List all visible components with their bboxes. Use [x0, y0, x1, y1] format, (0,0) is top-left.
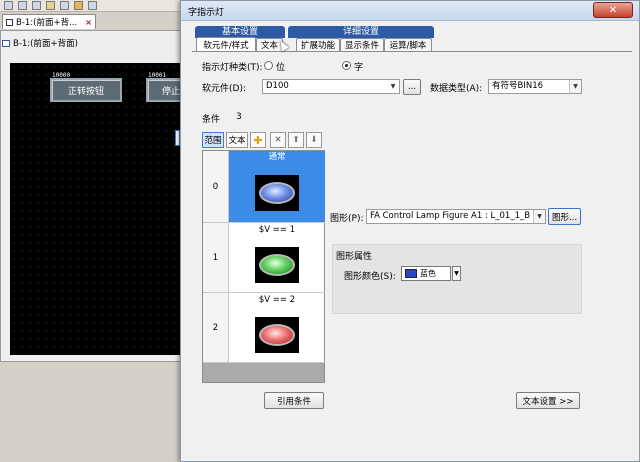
- condition-expression: $V == 1: [258, 225, 296, 235]
- figure-value: FA Control Lamp Figure A1 : L_01_1_B: [370, 211, 531, 221]
- data-type-select[interactable]: 有符号BIN16 ▼: [488, 79, 582, 94]
- screen-title: B-1:(前面+背面): [2, 37, 78, 49]
- data-type-label: 数据类型(A):: [430, 84, 483, 94]
- list-item[interactable]: [229, 307, 325, 363]
- screen-icon: [2, 39, 10, 47]
- chevron-down-icon[interactable]: ▼: [452, 266, 461, 281]
- lamp-red: [259, 323, 295, 346]
- text-settings-button[interactable]: 文本设置 >>: [516, 392, 580, 409]
- data-type-value: 有符号BIN16: [492, 81, 544, 91]
- dialog-title: 字指示灯: [188, 8, 225, 18]
- toolbar-icon-2[interactable]: [18, 1, 27, 10]
- tab-baseline: [192, 51, 632, 52]
- toolbar-icon-4[interactable]: [46, 1, 55, 10]
- screen-icon: [6, 18, 13, 26]
- word-radio[interactable]: [342, 61, 351, 70]
- bit-radio[interactable]: [264, 61, 273, 70]
- move-up-icon[interactable]: ⬆: [288, 132, 304, 148]
- editor-tab[interactable]: B-1:(前面+背... ×: [2, 14, 96, 29]
- toolbar-icon-5[interactable]: [60, 1, 69, 10]
- bit-radio-label: 位: [276, 63, 286, 73]
- word-radio-label: 字: [354, 63, 364, 73]
- tab-extended[interactable]: 扩展功能: [296, 38, 340, 51]
- stop-button[interactable]: 停止: [146, 78, 184, 102]
- condition-expression: $V == 2: [258, 295, 296, 305]
- figure-attributes-title: 图形属性: [336, 252, 373, 262]
- lamp-blue: [259, 182, 295, 204]
- figure-select[interactable]: FA Control Lamp Figure A1 : L_01_1_B ▼: [366, 209, 546, 224]
- delete-icon[interactable]: ✕: [270, 132, 286, 148]
- lamp-preview: [255, 175, 299, 211]
- add-icon[interactable]: ✚: [250, 132, 266, 148]
- list-item[interactable]: [229, 164, 325, 223]
- figure-button[interactable]: 图形...: [548, 208, 581, 225]
- group-detail-settings: 详细设置: [288, 26, 434, 38]
- figure-color-label: 图形颜色(S):: [344, 272, 396, 282]
- hmi-canvas[interactable]: [10, 63, 182, 355]
- close-icon[interactable]: ×: [85, 18, 92, 27]
- editor-tab-label: B-1:(前面+背...: [16, 18, 78, 28]
- forward-button[interactable]: 正转按钮: [50, 78, 122, 102]
- chevron-down-icon: ▼: [569, 80, 581, 93]
- device-value: D100: [266, 81, 289, 91]
- toolbar-icon-3[interactable]: [32, 1, 41, 10]
- figure-color-picker[interactable]: 蓝色: [401, 266, 451, 281]
- ref-condition-button[interactable]: 引用条件: [264, 392, 324, 409]
- editor-bottom: [0, 362, 190, 462]
- lamp-preview: [255, 246, 299, 283]
- lamp-green: [259, 253, 295, 276]
- device-browse-button[interactable]: ...: [403, 79, 421, 95]
- list-item[interactable]: [229, 237, 325, 293]
- range-button[interactable]: 范围: [202, 132, 224, 148]
- tab-calc-script[interactable]: 运算/脚本: [384, 38, 432, 51]
- row-index: 1: [203, 223, 229, 293]
- condition-count: 3: [236, 112, 242, 122]
- chevron-down-icon: ▼: [387, 80, 399, 93]
- toolbar-icon-7[interactable]: [88, 1, 97, 10]
- figure-label: 图形(P):: [330, 214, 364, 224]
- lamp-type-label: 指示灯种类(T):: [202, 63, 263, 73]
- list-empty-area: [203, 363, 324, 382]
- device-label: 软元件(D):: [202, 84, 246, 94]
- text-button[interactable]: 文本: [226, 132, 248, 148]
- condition-label: 条件: [202, 115, 221, 125]
- list-header: 通常: [229, 151, 325, 164]
- toolbar-icon-6[interactable]: [74, 1, 83, 10]
- color-name: 蓝色: [420, 269, 436, 278]
- dialog-titlebar: 字指示灯 ✕: [181, 1, 639, 21]
- editor-toolbar: [0, 0, 200, 12]
- row-index: 0: [203, 151, 229, 223]
- color-swatch: [405, 269, 417, 278]
- tab-display-condition[interactable]: 显示条件: [340, 38, 384, 51]
- device-field[interactable]: D100 ▼: [262, 79, 400, 94]
- condition-list: 通常 0 1 $V == 1 2 $V == 2: [202, 150, 325, 383]
- tab-device-style[interactable]: 软元件/样式: [196, 37, 256, 52]
- chevron-down-icon: ▼: [533, 210, 545, 223]
- row-index: 2: [203, 293, 229, 363]
- toolbar-icon-1[interactable]: [4, 1, 13, 10]
- screen-title-label: B-1:(前面+背面): [13, 39, 78, 49]
- close-button[interactable]: ✕: [593, 2, 633, 18]
- lamp-preview: [255, 316, 299, 353]
- move-down-icon[interactable]: ⬇: [306, 132, 322, 148]
